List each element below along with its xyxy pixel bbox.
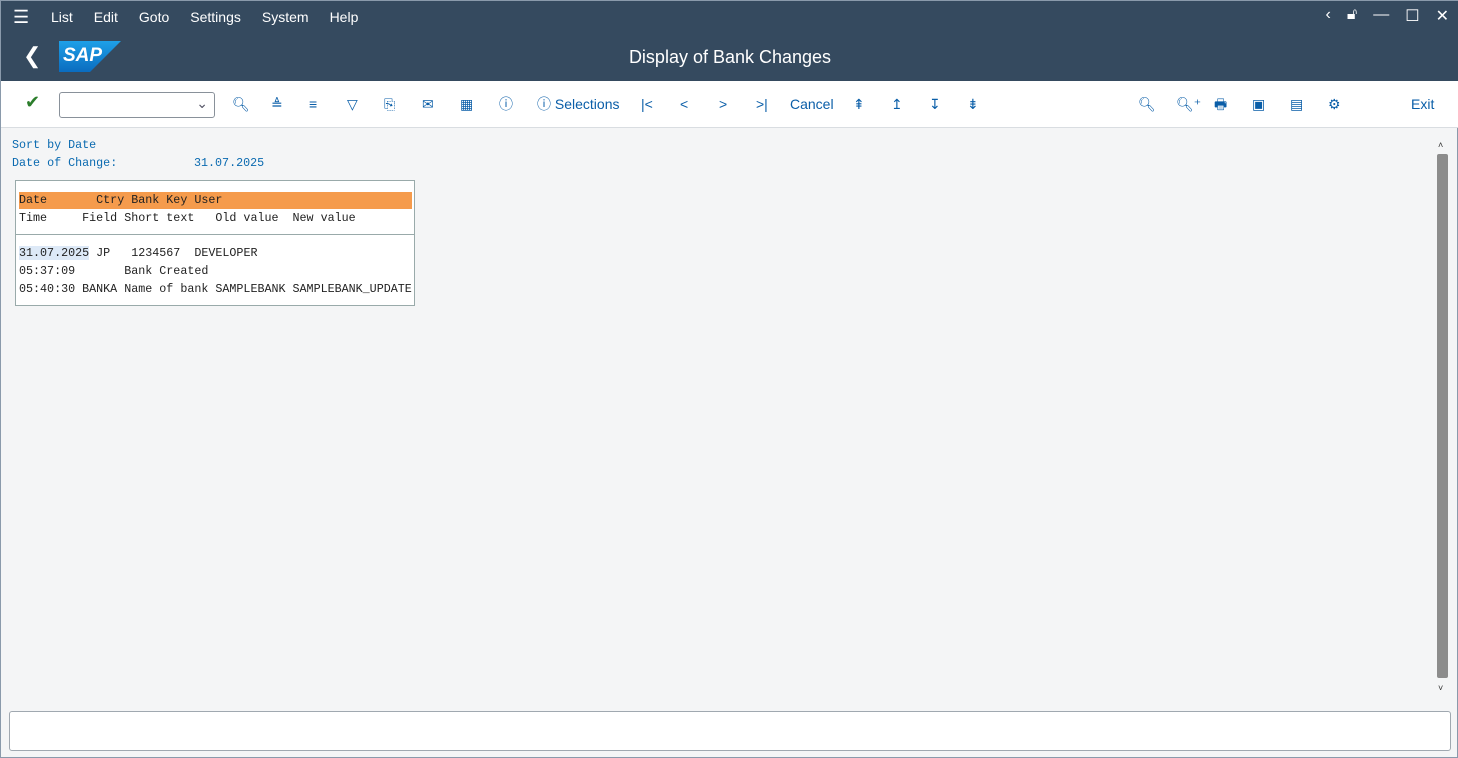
page-down-icon[interactable]: ↧ bbox=[929, 95, 941, 113]
sort-label: Sort by Date bbox=[12, 138, 97, 152]
table-header-2: Time Field Short text Old value New valu… bbox=[19, 211, 356, 225]
vertical-scrollbar[interactable]: ˄ ˅ bbox=[1436, 128, 1449, 706]
row-date[interactable]: 31.07.2025 bbox=[19, 246, 90, 260]
previous-page-icon[interactable]: < bbox=[680, 95, 688, 113]
print-icon[interactable]: 🖶 bbox=[1214, 95, 1227, 113]
divider bbox=[16, 234, 414, 235]
enter-check-icon[interactable]: ✔ bbox=[25, 93, 40, 111]
menu-bar: ☰ List Edit Goto Settings System Help ‹ … bbox=[1, 1, 1458, 33]
unlock-icon[interactable]: 🔓︎ bbox=[1347, 6, 1357, 26]
filter-icon[interactable]: ▽ bbox=[347, 95, 358, 113]
mail-icon[interactable]: ✉ bbox=[422, 95, 434, 113]
info-icon[interactable]: ⓘ bbox=[499, 95, 513, 113]
selections-label: Selections bbox=[554, 96, 620, 112]
table-row[interactable]: 05:37:09 Bank Created bbox=[19, 263, 208, 280]
exit-button[interactable]: Exit bbox=[1411, 95, 1434, 113]
cancel-button[interactable]: Cancel bbox=[790, 95, 834, 113]
shortcut-icon[interactable]: ▤ bbox=[1290, 95, 1303, 113]
toolbar: ✔ ⌄ 🔍︎ ≜ ≡ ▽ ⎘ ✉ ▦ ⓘ ⓘ Selections |< < >… bbox=[1, 81, 1458, 128]
menu-help[interactable]: Help bbox=[330, 9, 359, 25]
table-header-1: Date Ctry Bank Key User bbox=[19, 192, 412, 209]
find-icon[interactable]: 🔍︎ bbox=[232, 95, 250, 113]
search-next-icon[interactable]: 🔍︎⁺ bbox=[1176, 95, 1201, 113]
search-icon[interactable]: 🔍︎ bbox=[1138, 95, 1156, 113]
menu-list[interactable]: List bbox=[51, 9, 73, 25]
hamburger-menu-icon[interactable]: ☰ bbox=[13, 7, 33, 28]
change-table: Date Ctry Bank Key User Time Field Short… bbox=[15, 180, 415, 306]
sort-ascending-icon[interactable]: ≜ bbox=[271, 95, 283, 113]
minimize-icon[interactable]: — bbox=[1373, 6, 1389, 26]
maximize-icon[interactable]: ☐ bbox=[1405, 6, 1419, 26]
table-row[interactable]: 31.07.2025 JP 1234567 DEVELOPER bbox=[19, 245, 411, 262]
settings-gear-icon[interactable]: ⚙ bbox=[1328, 95, 1341, 113]
scrollbar-thumb[interactable] bbox=[1437, 154, 1448, 678]
info-icon: ⓘ bbox=[537, 96, 551, 112]
list-output: Sort by Date Date of Change: 31.07.2025 … bbox=[1, 128, 1438, 706]
last-page-doc-icon[interactable]: ⇟ bbox=[967, 95, 979, 113]
first-page-icon[interactable]: |< bbox=[641, 95, 653, 113]
table-row[interactable]: 05:40:30 BANKA Name of bank SAMPLEBANK S… bbox=[19, 281, 412, 298]
title-bar: ❮ SAP Display of Bank Changes bbox=[1, 33, 1458, 81]
sort-descending-icon[interactable]: ≡ bbox=[309, 95, 317, 113]
new-session-icon[interactable]: ▣ bbox=[1252, 95, 1265, 113]
menu-goto[interactable]: Goto bbox=[139, 9, 169, 25]
menu-settings[interactable]: Settings bbox=[190, 9, 241, 25]
scroll-down-icon[interactable]: ˅ bbox=[1438, 683, 1443, 693]
close-icon[interactable]: ✕ bbox=[1436, 6, 1449, 26]
first-page-doc-icon[interactable]: ⇞ bbox=[853, 95, 865, 113]
command-field[interactable]: ⌄ bbox=[59, 92, 215, 118]
row-details: JP 1234567 DEVELOPER bbox=[89, 246, 258, 260]
page-up-icon[interactable]: ↥ bbox=[891, 95, 903, 113]
last-page-icon[interactable]: >| bbox=[756, 95, 768, 113]
collapse-icon[interactable]: ‹ bbox=[1326, 6, 1331, 26]
date-of-change-value: 31.07.2025 bbox=[194, 156, 265, 170]
export-icon[interactable]: ⎘ bbox=[384, 95, 395, 113]
grid-icon[interactable]: ▦ bbox=[460, 95, 473, 113]
date-of-change-label: Date of Change: bbox=[12, 156, 118, 170]
status-bar bbox=[9, 711, 1451, 751]
chevron-down-icon[interactable]: ⌄ bbox=[196, 95, 208, 112]
menu-system[interactable]: System bbox=[262, 9, 309, 25]
scroll-up-icon[interactable]: ˄ bbox=[1438, 140, 1443, 150]
selections-button[interactable]: ⓘ Selections bbox=[537, 95, 619, 113]
menu-edit[interactable]: Edit bbox=[94, 9, 118, 25]
next-page-icon[interactable]: > bbox=[719, 95, 727, 113]
page-title: Display of Bank Changes bbox=[628, 47, 832, 67]
